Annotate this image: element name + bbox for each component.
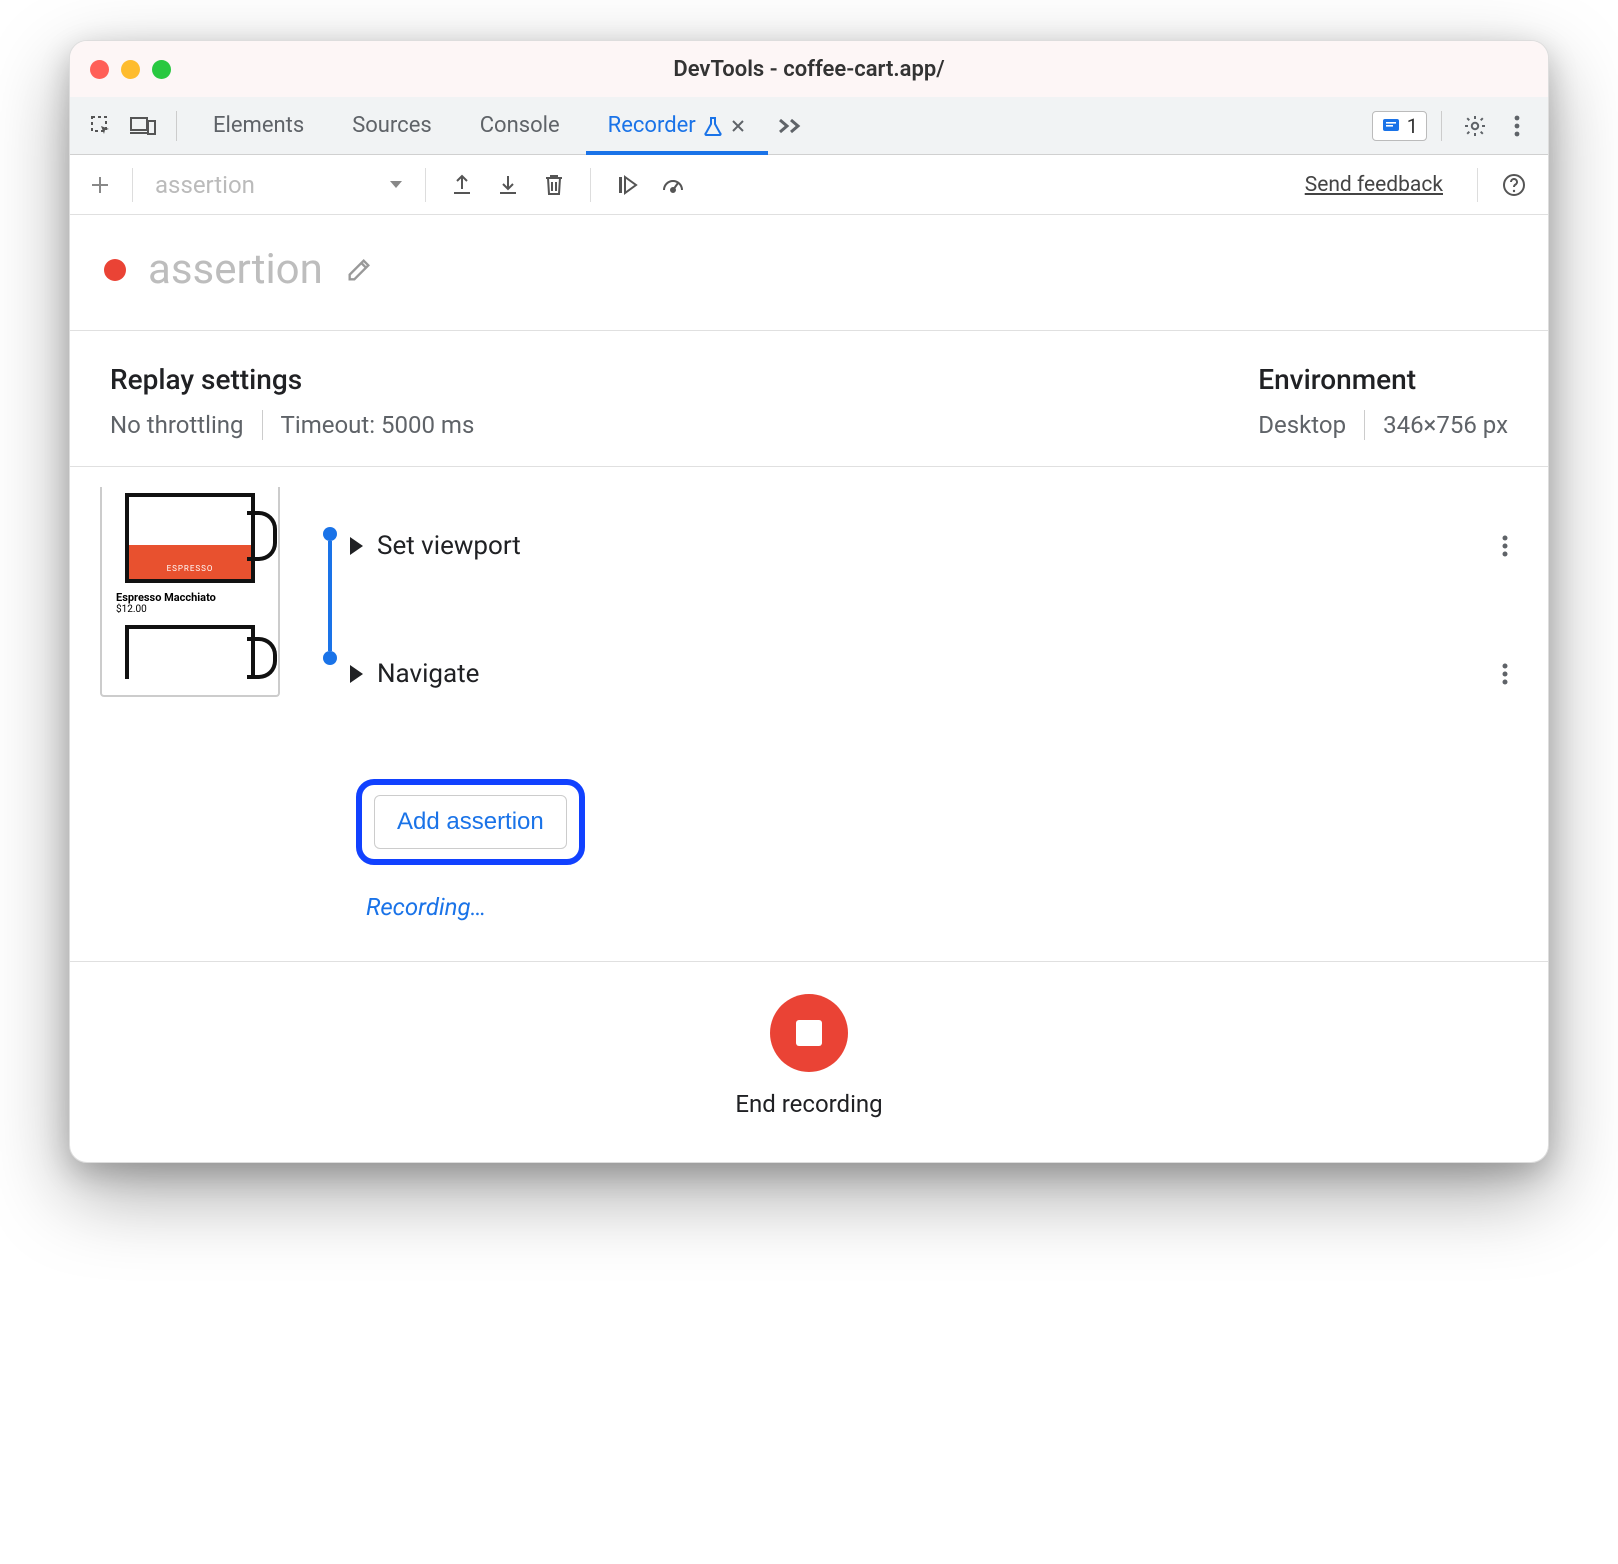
- timeline: [310, 487, 350, 665]
- timeline-dot: [323, 651, 337, 665]
- tab-label: Console: [480, 113, 560, 138]
- environment-heading: Environment: [1258, 363, 1508, 396]
- step-menu-button[interactable]: [1502, 534, 1518, 558]
- throttling-value[interactable]: No throttling: [110, 411, 244, 439]
- environment-viewport[interactable]: 346×756 px: [1383, 411, 1508, 439]
- expand-icon[interactable]: [350, 665, 363, 683]
- main-tabbar: Elements Sources Console Recorder 1: [70, 97, 1548, 155]
- separator: [1477, 168, 1478, 202]
- coffee-cup-icon: [125, 625, 255, 679]
- coffee-cup-icon: ESPRESSO: [125, 493, 255, 583]
- tab-console[interactable]: Console: [458, 97, 582, 154]
- issues-count: 1: [1407, 114, 1418, 138]
- footer: End recording: [70, 961, 1548, 1162]
- separator: [1441, 111, 1442, 141]
- kebab-menu-icon[interactable]: [1498, 107, 1536, 145]
- end-recording-label: End recording: [735, 1090, 882, 1118]
- add-assertion-button[interactable]: Add assertion: [374, 795, 567, 849]
- steps-panel: ESPRESSO Espresso Macchiato $12.00 Set v…: [70, 467, 1548, 961]
- replay-settings: Replay settings No throttling Timeout: 5…: [110, 363, 474, 440]
- step-list: Set viewport Navigate Add: [350, 487, 1518, 921]
- tab-sources[interactable]: Sources: [330, 97, 454, 154]
- tab-label: Recorder: [608, 113, 696, 138]
- tab-label: Elements: [213, 113, 304, 138]
- stop-icon: [796, 1020, 822, 1046]
- separator: [262, 410, 263, 440]
- help-icon[interactable]: [1494, 165, 1534, 205]
- replay-settings-heading: Replay settings: [110, 363, 474, 396]
- tab-label: Sources: [352, 113, 432, 138]
- timeline-line: [328, 541, 332, 651]
- environment-settings: Environment Desktop 346×756 px: [1258, 363, 1508, 440]
- window-title: DevTools - coffee-cart.app/: [70, 57, 1548, 82]
- separator: [176, 111, 177, 141]
- replay-icon[interactable]: [607, 165, 647, 205]
- step-menu-button[interactable]: [1502, 662, 1518, 686]
- recording-header: assertion: [70, 215, 1548, 331]
- performance-icon[interactable]: [653, 165, 693, 205]
- recording-name: assertion: [148, 245, 323, 294]
- delete-icon[interactable]: [534, 165, 574, 205]
- tab-recorder[interactable]: Recorder: [586, 97, 768, 154]
- send-feedback-link[interactable]: Send feedback: [1305, 173, 1443, 197]
- separator: [590, 168, 591, 202]
- timeout-value[interactable]: Timeout: 5000 ms: [281, 411, 475, 439]
- more-tabs-icon[interactable]: [772, 107, 810, 145]
- issues-icon: [1381, 116, 1401, 136]
- step-label: Set viewport: [377, 531, 521, 561]
- device-toggle-icon[interactable]: [124, 107, 162, 145]
- settings-icon[interactable]: [1456, 107, 1494, 145]
- flask-icon: [704, 116, 722, 136]
- end-recording-button[interactable]: [770, 994, 848, 1072]
- timeline-dot: [323, 527, 337, 541]
- step-row[interactable]: Navigate: [350, 641, 1518, 707]
- recording-select-value: assertion: [155, 171, 255, 199]
- tab-elements[interactable]: Elements: [191, 97, 326, 154]
- settings-row: Replay settings No throttling Timeout: 5…: [70, 331, 1548, 467]
- separator: [1364, 410, 1365, 440]
- step-row[interactable]: Set viewport: [350, 513, 1518, 579]
- recorder-toolbar: assertion Send feedback: [70, 155, 1548, 215]
- screenshot-thumbnail[interactable]: ESPRESSO Espresso Macchiato $12.00: [100, 487, 280, 697]
- expand-icon[interactable]: [350, 537, 363, 555]
- separator: [425, 168, 426, 202]
- thumb-price: $12.00: [116, 604, 147, 615]
- cup-label: ESPRESSO: [129, 564, 251, 573]
- add-assertion-highlight: Add assertion: [356, 779, 585, 865]
- devtools-window: DevTools - coffee-cart.app/ Elements Sou…: [69, 40, 1549, 1163]
- environment-device[interactable]: Desktop: [1258, 411, 1346, 439]
- close-icon[interactable]: [730, 118, 746, 134]
- new-recording-button[interactable]: [84, 169, 116, 201]
- import-icon[interactable]: [488, 165, 528, 205]
- recording-select[interactable]: assertion: [149, 171, 409, 199]
- edit-name-button[interactable]: [345, 256, 373, 284]
- chevron-down-icon: [389, 180, 403, 190]
- export-icon[interactable]: [442, 165, 482, 205]
- record-indicator-icon: [104, 259, 126, 281]
- issues-badge[interactable]: 1: [1372, 111, 1427, 141]
- recording-status: Recording…: [366, 893, 1518, 921]
- step-label: Navigate: [377, 659, 479, 689]
- titlebar: DevTools - coffee-cart.app/: [70, 41, 1548, 97]
- thumb-caption: Espresso Macchiato: [116, 591, 216, 604]
- inspect-icon[interactable]: [82, 107, 120, 145]
- separator: [132, 168, 133, 202]
